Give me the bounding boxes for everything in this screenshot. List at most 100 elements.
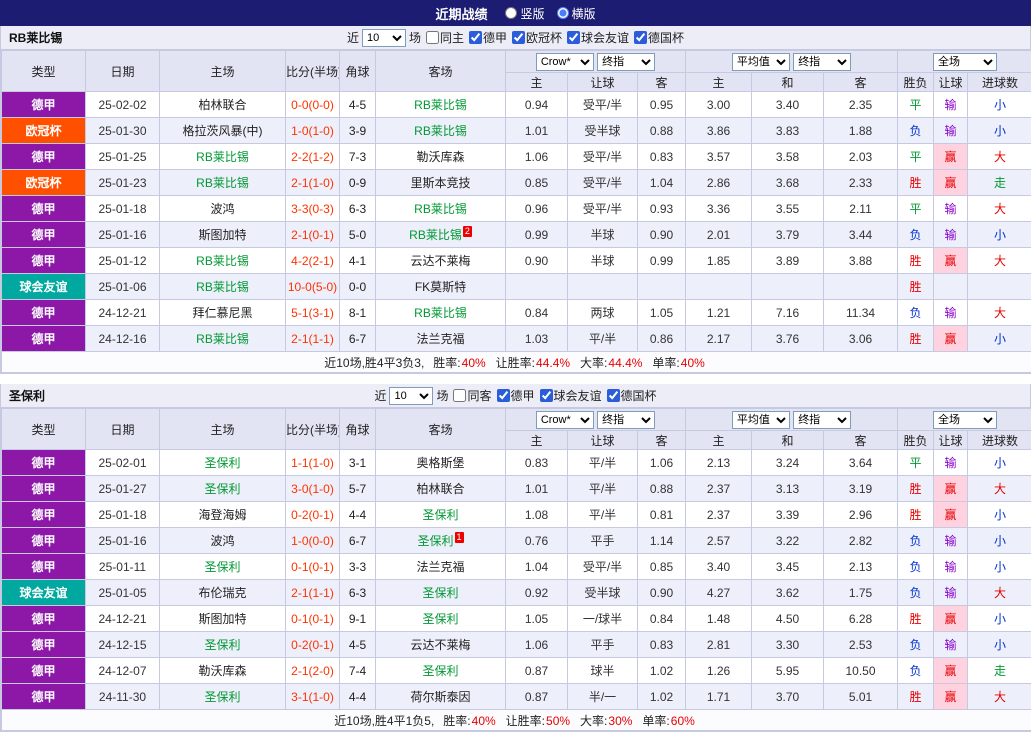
home-team-link[interactable]: 布伦瑞克	[159, 579, 286, 606]
score-link[interactable]: 4-2(2-1)	[285, 247, 340, 274]
away-team-link[interactable]: RB莱比锡	[375, 91, 506, 118]
same-venue-checkbox[interactable]: 同客	[453, 387, 492, 404]
home-team-link[interactable]: 斯图加特	[159, 221, 286, 248]
home-team-link[interactable]: 圣保利	[159, 475, 286, 502]
home-team-link[interactable]: RB莱比锡	[159, 273, 286, 300]
score-link[interactable]: 2-1(2-0)	[285, 657, 340, 684]
home-team-link[interactable]: 勒沃库森	[159, 657, 286, 684]
average-select[interactable]: 平均值	[731, 52, 790, 71]
league-filter-input[interactable]	[634, 31, 648, 44]
average-select[interactable]: 平均值	[731, 410, 790, 429]
home-team-link[interactable]: 圣保利	[159, 553, 286, 580]
vertical-radio[interactable]	[505, 7, 518, 19]
bookmaker-select[interactable]: Crow*	[535, 52, 594, 71]
home-team-link[interactable]: 圣保利	[159, 449, 286, 476]
score-link[interactable]: 2-1(1-1)	[285, 325, 340, 352]
same-venue-input[interactable]	[453, 389, 467, 402]
home-team-link[interactable]: 圣保利	[159, 631, 286, 658]
odds-stage-select[interactable]: 终指	[793, 52, 852, 71]
odds-stage-select[interactable]: 终指	[597, 410, 656, 429]
scope-select[interactable]: 全场	[933, 52, 998, 71]
league-filter-input[interactable]	[606, 389, 620, 402]
away-team-link[interactable]: 圣保利	[375, 579, 506, 606]
score-link[interactable]: 0-2(0-1)	[285, 501, 340, 528]
away-team-link[interactable]: RB莱比锡	[375, 299, 506, 326]
away-team-link[interactable]: 云达不莱梅	[375, 247, 506, 274]
score-link[interactable]: 0-1(0-1)	[285, 553, 340, 580]
home-team-link[interactable]: 波鸿	[159, 195, 286, 222]
home-team-link[interactable]: 波鸿	[159, 527, 286, 554]
home-team-link[interactable]: 拜仁慕尼黑	[159, 299, 286, 326]
league-filter-checkbox[interactable]: 德国杯	[634, 29, 684, 46]
score-link[interactable]: 2-1(1-0)	[285, 169, 340, 196]
col-avg-home: 主	[685, 430, 753, 450]
summary-row: 近10场,胜4平3负3, 胜率:40% 让胜率:44.4% 大率:44.4% 单率:40…	[0, 351, 1031, 373]
bookmaker-select[interactable]: Crow*	[535, 410, 594, 429]
league-filter-checkbox[interactable]: 德甲	[468, 29, 507, 46]
home-team-link[interactable]: 斯图加特	[159, 605, 286, 632]
away-team-link[interactable]: RB莱比锡	[375, 195, 506, 222]
league-filter-input[interactable]	[468, 31, 482, 44]
summary-text: 近10场,胜4平3负3,	[324, 355, 425, 370]
home-team-link[interactable]: RB莱比锡	[159, 143, 286, 170]
score-link[interactable]: 0-2(0-1)	[285, 631, 340, 658]
scope-select[interactable]: 全场	[933, 410, 998, 429]
score-link[interactable]: 3-3(0-3)	[285, 195, 340, 222]
away-team-link[interactable]: 圣保利 1	[375, 527, 506, 554]
home-team-link[interactable]: 柏林联合	[159, 91, 286, 118]
away-team-link[interactable]: 圣保利	[375, 657, 506, 684]
score-link[interactable]: 1-1(1-0)	[285, 449, 340, 476]
score-link[interactable]: 2-1(0-1)	[285, 221, 340, 248]
league-filter-input[interactable]	[496, 389, 510, 402]
same-venue-input[interactable]	[425, 31, 439, 44]
score-link[interactable]: 1-0(1-0)	[285, 117, 340, 144]
score-link[interactable]: 2-2(1-2)	[285, 143, 340, 170]
score-link[interactable]: 0-1(0-1)	[285, 605, 340, 632]
horizontal-radio[interactable]	[556, 7, 569, 19]
odds-stage-select[interactable]: 终指	[597, 52, 656, 71]
away-team-link[interactable]: 圣保利	[375, 605, 506, 632]
league-filter-checkbox[interactable]: 球会友谊	[539, 387, 602, 404]
home-team-link[interactable]: 圣保利	[159, 683, 286, 710]
away-team-link[interactable]: 法兰克福	[375, 325, 506, 352]
league-filter-input[interactable]	[539, 389, 553, 402]
away-team-link[interactable]: 荷尔斯泰因	[375, 683, 506, 710]
corner-count: 5-7	[339, 475, 376, 502]
league-filter-checkbox[interactable]: 欧冠杯	[512, 29, 562, 46]
away-team-link[interactable]: 法兰克福	[375, 553, 506, 580]
match-date: 24-12-15	[85, 631, 160, 658]
away-team-link[interactable]: RB莱比锡	[375, 117, 506, 144]
score-link[interactable]: 3-1(1-0)	[285, 683, 340, 710]
same-venue-checkbox[interactable]: 同主	[425, 29, 464, 46]
match-count-select[interactable]: 10	[361, 28, 406, 47]
score-link[interactable]: 5-1(3-1)	[285, 299, 340, 326]
score-link[interactable]: 1-0(0-0)	[285, 527, 340, 554]
away-team-link[interactable]: 柏林联合	[375, 475, 506, 502]
home-team-link[interactable]: 格拉茨风暴(中)	[159, 117, 286, 144]
league-filter-input[interactable]	[512, 31, 525, 44]
away-team-link[interactable]: 云达不莱梅	[375, 631, 506, 658]
away-team-link[interactable]: 圣保利	[375, 501, 506, 528]
layout-option-vertical[interactable]: 竖版	[505, 5, 545, 22]
away-team-link[interactable]: 奥格斯堡	[375, 449, 506, 476]
goals-result-cell: 走	[967, 657, 1031, 684]
home-team-link[interactable]: 海登海姆	[159, 501, 286, 528]
match-count-select[interactable]: 10	[389, 386, 434, 405]
score-link[interactable]: 2-1(1-1)	[285, 579, 340, 606]
league-filter-checkbox[interactable]: 德甲	[496, 387, 535, 404]
league-filter-checkbox[interactable]: 德国杯	[606, 387, 657, 404]
score-link[interactable]: 0-0(0-0)	[285, 91, 340, 118]
away-team-link[interactable]: 里斯本竞技	[375, 169, 506, 196]
home-team-link[interactable]: RB莱比锡	[159, 325, 286, 352]
home-team-link[interactable]: RB莱比锡	[159, 169, 286, 196]
league-filter-checkbox[interactable]: 球会友谊	[567, 29, 629, 46]
score-link[interactable]: 10-0(5-0)	[285, 273, 340, 300]
home-team-link[interactable]: RB莱比锡	[159, 247, 286, 274]
away-team-link[interactable]: 勒沃库森	[375, 143, 506, 170]
league-filter-input[interactable]	[567, 31, 581, 44]
away-team-link[interactable]: RB莱比锡 2	[375, 221, 506, 248]
away-team-link[interactable]: FK莫斯特	[375, 273, 506, 300]
score-link[interactable]: 3-0(1-0)	[285, 475, 340, 502]
odds-stage-select[interactable]: 终指	[793, 410, 852, 429]
layout-option-horizontal[interactable]: 横版	[556, 5, 596, 22]
